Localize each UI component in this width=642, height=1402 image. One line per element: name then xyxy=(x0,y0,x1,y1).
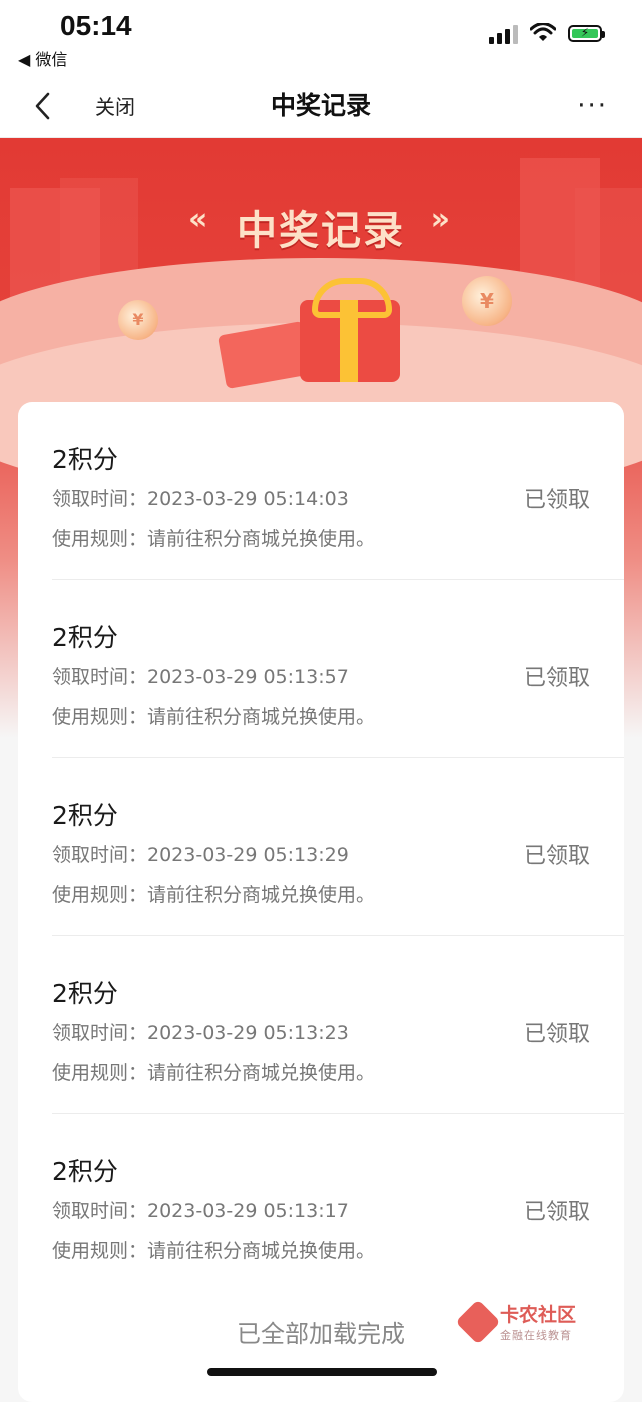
record-status: 已领取 xyxy=(523,844,590,869)
record-points: 2积分 xyxy=(52,1157,118,1186)
records-card: 2积分 领取时间：2023-03-29 05:14:03 使用规则：请前往积分商… xyxy=(18,402,624,1402)
record-points: 2积分 xyxy=(52,445,118,474)
record-status: 已领取 xyxy=(523,1022,590,1047)
record-item: 2积分 领取时间：2023-03-29 05:13:57 使用规则：请前往积分商… xyxy=(52,580,624,758)
coin-icon: ¥ xyxy=(462,276,512,326)
record-item: 2积分 领取时间：2023-03-29 05:13:17 使用规则：请前往积分商… xyxy=(52,1114,624,1292)
record-usage-rule: 使用规则：请前往积分商城兑换使用。 xyxy=(52,1240,376,1262)
record-claim-time: 领取时间：2023-03-29 05:14:03 xyxy=(52,488,349,510)
record-status: 已领取 xyxy=(523,1200,590,1225)
record-usage-rule: 使用规则：请前往积分商城兑换使用。 xyxy=(52,1062,376,1084)
navigation-bar: 关闭 中奖记录 ··· xyxy=(0,75,642,138)
record-claim-time: 领取时间：2023-03-29 05:13:23 xyxy=(52,1022,349,1044)
home-indicator xyxy=(207,1368,437,1376)
kanong-logo-icon xyxy=(455,1298,501,1345)
record-claim-time: 领取时间：2023-03-29 05:13:17 xyxy=(52,1200,349,1222)
status-icons: ⚡ xyxy=(489,22,605,44)
status-bar: 05:14 ◀ 微信 ⚡ xyxy=(0,0,642,75)
battery-charging-icon: ⚡ xyxy=(568,24,605,42)
page-title: 中奖记录 xyxy=(270,91,371,120)
record-item: 2积分 领取时间：2023-03-29 05:14:03 使用规则：请前往积分商… xyxy=(52,402,624,580)
status-time: 05:14 xyxy=(60,10,132,41)
watermark-title: 卡农社区 xyxy=(500,1304,577,1326)
record-usage-rule: 使用规则：请前往积分商城兑换使用。 xyxy=(52,706,376,728)
record-claim-time: 领取时间：2023-03-29 05:13:57 xyxy=(52,666,349,688)
watermark: 卡农社区 金融在线教育 xyxy=(455,1298,577,1345)
banner-title: 中奖记录 xyxy=(237,207,405,254)
cellular-signal-icon xyxy=(489,22,518,44)
back-to-wechat-link[interactable]: ◀ 微信 xyxy=(18,46,67,70)
record-claim-time: 领取时间：2023-03-29 05:13:29 xyxy=(52,844,349,866)
record-item: 2积分 领取时间：2023-03-29 05:13:29 使用规则：请前往积分商… xyxy=(52,758,624,936)
watermark-subtitle: 金融在线教育 xyxy=(500,1329,572,1342)
record-item: 2积分 领取时间：2023-03-29 05:13:23 使用规则：请前往积分商… xyxy=(52,936,624,1114)
coin-icon: ¥ xyxy=(118,300,158,340)
more-options-icon[interactable]: ··· xyxy=(577,91,608,121)
record-status: 已领取 xyxy=(523,666,590,691)
record-points: 2积分 xyxy=(52,979,118,1008)
record-status: 已领取 xyxy=(523,488,590,513)
record-points: 2积分 xyxy=(52,801,118,830)
title-decoration-right: » xyxy=(430,202,450,237)
record-usage-rule: 使用规则：请前往积分商城兑换使用。 xyxy=(52,528,376,550)
record-usage-rule: 使用规则：请前往积分商城兑换使用。 xyxy=(52,884,376,906)
wifi-icon xyxy=(530,23,556,41)
record-points: 2积分 xyxy=(52,623,118,652)
